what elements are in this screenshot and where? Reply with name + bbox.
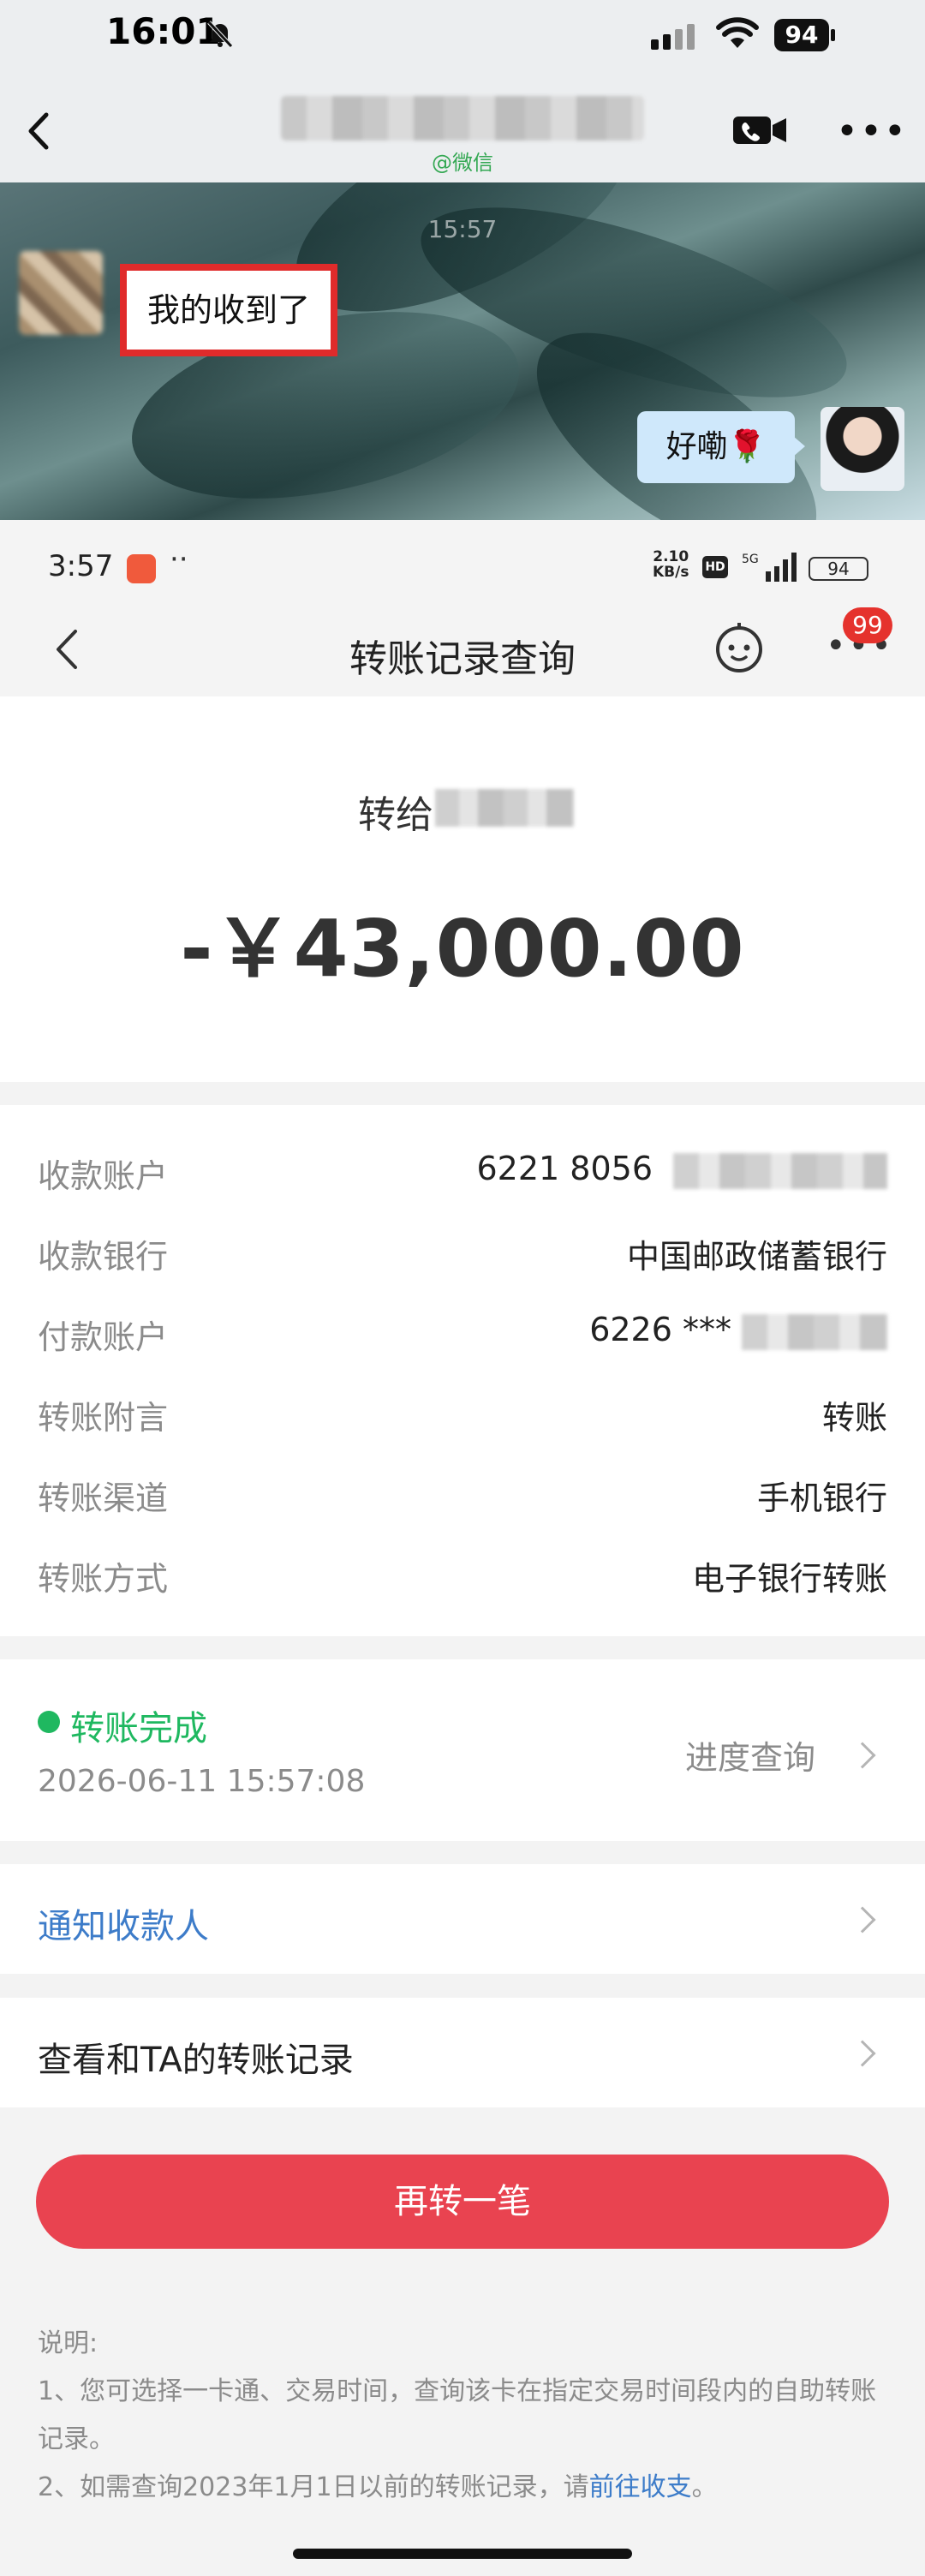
chat-subtitle: @微信 (432, 151, 493, 175)
battery-tip (831, 29, 835, 41)
go-to-income-expense-link[interactable]: 前往收支 (589, 2472, 692, 2502)
wifi-icon (716, 17, 759, 48)
notification-app-icon (127, 554, 156, 583)
chevron-right-icon (849, 1906, 876, 1933)
chat-more-icon[interactable]: ••• (836, 113, 908, 151)
detail-label: 转账渠道 (38, 1479, 169, 1517)
sender-avatar[interactable] (19, 251, 103, 335)
detail-label: 付款账户 (38, 1318, 169, 1356)
transfer-amount-card: 转给 -￥43,000.00 (0, 696, 925, 1082)
bell-muted-icon (207, 21, 233, 48)
network-type-label: 5G (742, 553, 759, 566)
transfer-datetime: 2026-06-11 15:57:08 (38, 1764, 366, 1799)
inner-status-bar: 3:57 ·· 2.10 KB/s HD 5G 94 (0, 520, 925, 602)
notification-badge: 99 (843, 607, 892, 643)
detail-value: 中国邮政储蓄银行 (626, 1238, 887, 1276)
incoming-message-bubble[interactable]: 我的收到了 (120, 264, 338, 356)
transfer-again-button[interactable]: 再转一笔 (36, 2155, 889, 2249)
transfer-details-card: 收款账户 6221 8056 收款银行 中国邮政储蓄银行 付款账户 6226 *… (0, 1105, 925, 1636)
video-call-icon[interactable] (733, 113, 788, 147)
page-title: 转账记录查询 (349, 637, 576, 681)
status-badge: 转账完成 (70, 1709, 207, 1748)
chat-timestamp: 15:57 (427, 215, 498, 243)
network-speed: 2.10 KB/s (653, 549, 689, 580)
payee-name-redacted (435, 789, 574, 827)
detail-label: 转账附言 (38, 1399, 169, 1437)
chat-header: @微信 ••• (0, 75, 925, 182)
detail-value: 转账 (821, 1399, 887, 1437)
detail-value: 电子银行转账 (691, 1560, 887, 1598)
status-dot-icon (38, 1711, 60, 1733)
outer-status-bar: 16:01 94 (0, 0, 925, 75)
account-number-redacted (673, 1153, 887, 1189)
chevron-right-icon (849, 2040, 876, 2067)
detail-label: 收款银行 (38, 1238, 169, 1276)
my-avatar[interactable] (821, 407, 904, 491)
inner-clock: 3:57 (48, 549, 114, 583)
cellular-5g-icon: 5G (742, 553, 797, 582)
network-speed-unit: KB/s (653, 564, 689, 581)
outer-clock: 16:01 (106, 10, 221, 52)
detail-value: 6226 *** (589, 1311, 731, 1348)
more-notifications-dots: ·· (170, 542, 188, 577)
hd-badge: HD (702, 556, 728, 578)
outgoing-message-bubble[interactable]: 好嘞🌹 (637, 411, 795, 483)
notify-payee-row[interactable]: 通知收款人 (0, 1864, 925, 1974)
detail-value: 6221 8056 (476, 1150, 653, 1187)
notify-payee-label: 通知收款人 (38, 1907, 209, 1946)
chat-background-photo: 15:57 我的收到了 好嘞🌹 (0, 182, 925, 520)
customer-service-robot-icon[interactable] (713, 621, 766, 674)
chevron-right-icon (849, 1742, 876, 1769)
transfer-amount: -￥43,000.00 (180, 903, 745, 995)
view-history-label: 查看和TA的转账记录 (38, 2041, 354, 2080)
transfer-status-card: 转账完成 2026-06-11 15:57:08 进度查询 (0, 1659, 925, 1841)
network-speed-value: 2.10 (653, 548, 689, 565)
view-history-row[interactable]: 查看和TA的转账记录 (0, 1998, 925, 2107)
detail-label: 收款账户 (38, 1157, 169, 1195)
progress-query-link[interactable]: 进度查询 (685, 1731, 815, 1778)
detail-label: 转账方式 (38, 1560, 169, 1598)
account-number-redacted (742, 1314, 887, 1350)
bubble-tail (793, 436, 805, 457)
home-indicator[interactable] (293, 2549, 632, 2559)
notes-line-1: 1、您可选择一卡通、交易时间，查询该卡在指定交易时间段内的自助转账记录。 (38, 2376, 877, 2454)
battery-indicator: 94 (774, 19, 829, 51)
bank-nav-bar: 转账记录查询 ••• 99 (0, 602, 925, 696)
notes-line-2: 2、如需查询2023年1月1日以前的转账记录，请前往收支。 (38, 2464, 894, 2512)
notes-line-2-end: 。 (691, 2472, 718, 2502)
detail-value: 手机银行 (756, 1479, 887, 1517)
inner-battery-indicator: 94 (809, 557, 868, 581)
notes-line-2-text: 2、如需查询2023年1月1日以前的转账记录，请 (38, 2472, 589, 2502)
transfer-to-label: 转给 (358, 793, 433, 837)
notes-heading: 说明: (38, 2328, 98, 2358)
notes-section: 说明: 1、您可选择一卡通、交易时间，查询该卡在指定交易时间段内的自助转账记录。… (38, 2320, 894, 2512)
signal-strength-icon (651, 24, 695, 50)
chat-contact-name-redacted (281, 96, 644, 140)
